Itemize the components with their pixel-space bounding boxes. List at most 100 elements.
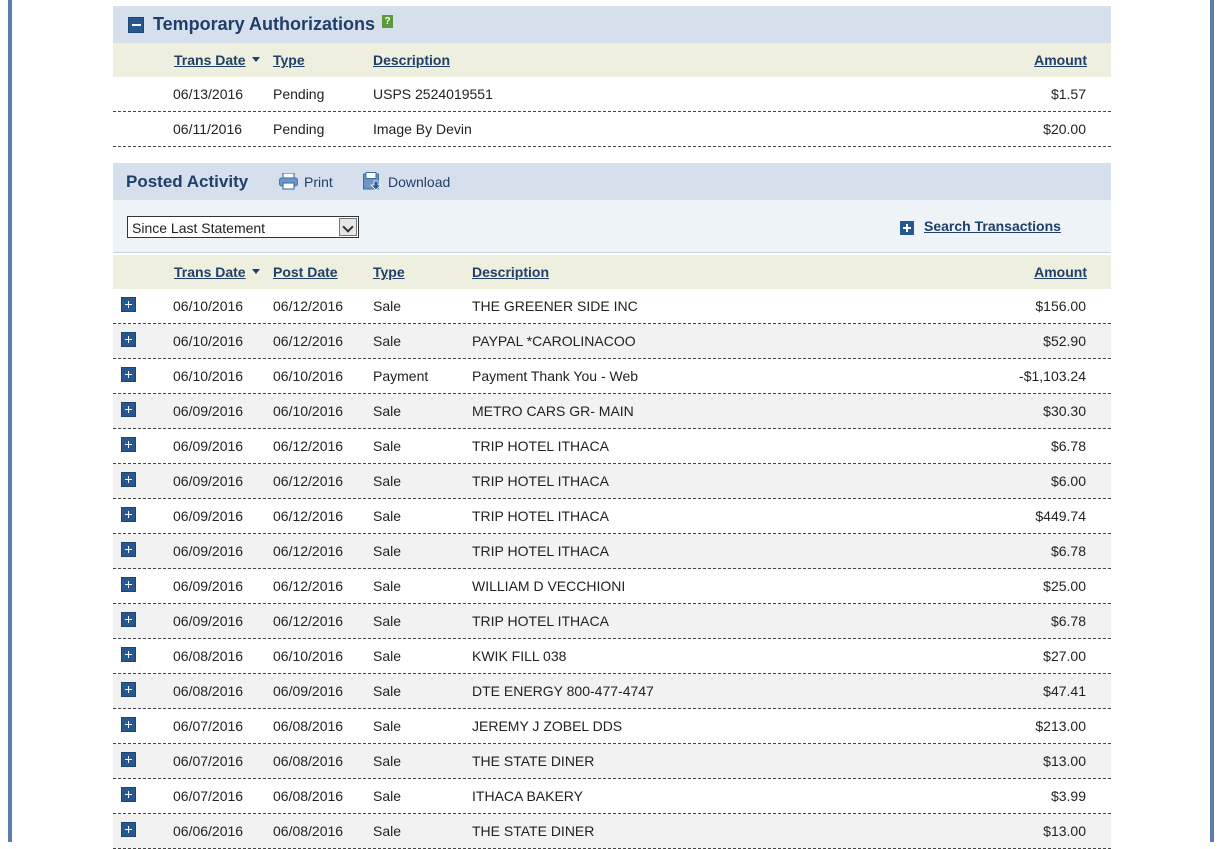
amount-cell: $25.00 [1043, 578, 1086, 594]
description-cell: TRIP HOTEL ITHACA [472, 613, 609, 629]
plus-icon [900, 221, 914, 235]
expand-icon[interactable] [121, 367, 136, 382]
amount-cell: $1.57 [1050, 86, 1086, 102]
expand-icon[interactable] [121, 297, 136, 312]
download-link[interactable]: Download [388, 174, 450, 190]
table-row[interactable]: 06/06/2016 06/08/2016 Sale THE STATE DINER $… [113, 814, 1111, 849]
table-row[interactable]: 06/11/2016 Pending Image By Devin $20.00 [113, 112, 1111, 147]
trans-date-cell: 06/09/2016 [173, 438, 244, 454]
table-row[interactable]: 06/08/2016 06/09/2016 Sale DTE ENERGY 800-4… [113, 674, 1111, 709]
expand-icon[interactable] [121, 717, 136, 732]
type-cell: Sale [373, 298, 402, 314]
post-date-cell: 06/12/2016 [273, 473, 344, 489]
post-date-cell: 06/10/2016 [273, 368, 344, 384]
table-row[interactable]: 06/07/2016 06/08/2016 Sale THE STATE DINER $… [113, 744, 1111, 779]
chevron-down-icon[interactable] [339, 218, 357, 236]
description-cell: ITHACA BAKERY [472, 788, 584, 804]
expand-icon[interactable] [121, 332, 136, 347]
type-cell: Sale [373, 788, 402, 804]
type-cell: Sale [373, 543, 402, 559]
table-row[interactable]: 06/09/2016 06/12/2016 Sale TRIP HOTEL ITHAC… [113, 534, 1111, 569]
amount-cell: $27.00 [1043, 648, 1086, 664]
search-transactions-link[interactable]: Search Transactions [900, 217, 1061, 235]
table-row[interactable]: 06/13/2016 Pending USPS 2524019551 $1.57 [113, 77, 1111, 112]
expand-icon[interactable] [121, 472, 136, 487]
amount-cell: $13.00 [1043, 753, 1086, 769]
table-row[interactable]: 06/07/2016 06/08/2016 Sale ITHACA BAKERY $3.… [113, 779, 1111, 814]
type-cell: Pending [273, 86, 325, 102]
amount-cell: $6.78 [1050, 438, 1086, 454]
table-row[interactable]: 06/08/2016 06/10/2016 Sale KWIK FILL 038 $27… [113, 639, 1111, 674]
type-cell: Sale [373, 508, 402, 524]
temp-auth-header: Temporary Authorizations ? [113, 6, 1111, 43]
post-date-cell: 06/12/2016 [273, 333, 344, 349]
trans-date-cell: 06/08/2016 [173, 683, 244, 699]
expand-icon[interactable] [121, 542, 136, 557]
expand-icon[interactable] [121, 752, 136, 767]
printer-icon[interactable] [279, 173, 298, 190]
post-date-cell: 06/12/2016 [273, 298, 344, 314]
sort-amount[interactable]: Amount [1034, 52, 1087, 68]
table-row[interactable]: 06/09/2016 06/12/2016 Sale TRIP HOTEL ITHAC… [113, 604, 1111, 639]
expand-icon[interactable] [121, 682, 136, 697]
table-row[interactable]: 06/10/2016 06/12/2016 Sale PAYPAL *CAROLINA… [113, 324, 1111, 359]
expand-icon[interactable] [121, 402, 136, 417]
post-date-cell: 06/08/2016 [273, 788, 344, 804]
collapse-icon[interactable] [128, 16, 144, 33]
table-row[interactable]: 06/09/2016 06/10/2016 Sale METRO CARS GR- M… [113, 394, 1111, 429]
expand-icon[interactable] [121, 507, 136, 522]
print-link[interactable]: Print [304, 174, 333, 190]
trans-date-cell: 06/09/2016 [173, 403, 244, 419]
table-row[interactable]: 06/09/2016 06/12/2016 Sale TRIP HOTEL ITHAC… [113, 429, 1111, 464]
post-date-cell: 06/08/2016 [273, 823, 344, 839]
table-row[interactable]: 06/07/2016 06/08/2016 Sale JEREMY J ZOBEL D… [113, 709, 1111, 744]
description-cell: KWIK FILL 038 [472, 648, 567, 664]
expand-icon[interactable] [121, 647, 136, 662]
expand-icon[interactable] [121, 787, 136, 802]
posted-column-header: Trans Date Post Date Type Description Am… [113, 255, 1111, 289]
trans-date-cell: 06/10/2016 [173, 333, 244, 349]
download-icon[interactable] [363, 172, 382, 191]
table-row[interactable]: 06/09/2016 06/12/2016 Sale TRIP HOTEL ITHAC… [113, 499, 1111, 534]
description-cell: USPS 2524019551 [373, 86, 493, 102]
expand-icon[interactable] [121, 437, 136, 452]
statement-period-select[interactable]: Since Last Statement [127, 216, 359, 238]
description-cell: THE STATE DINER [472, 753, 595, 769]
expand-icon[interactable] [121, 577, 136, 592]
table-row[interactable]: 06/09/2016 06/12/2016 Sale TRIP HOTEL ITHAC… [113, 464, 1111, 499]
sort-description[interactable]: Description [373, 52, 450, 68]
trans-date-cell: 06/09/2016 [173, 613, 244, 629]
sort-type[interactable]: Type [373, 264, 405, 280]
table-row[interactable]: 06/10/2016 06/10/2016 Payment Payment Thank… [113, 359, 1111, 394]
description-cell: Payment Thank You - Web [472, 368, 639, 384]
expand-icon[interactable] [121, 612, 136, 627]
trans-date-cell: 06/07/2016 [173, 753, 244, 769]
sort-amount[interactable]: Amount [1034, 264, 1087, 280]
type-cell: Sale [373, 473, 402, 489]
amount-cell: -$1,103.24 [1019, 368, 1086, 384]
type-cell: Sale [373, 718, 402, 734]
table-row[interactable]: 06/10/2016 06/12/2016 Sale THE GREENER SIDE… [113, 289, 1111, 324]
table-row[interactable]: 06/09/2016 06/12/2016 Sale WILLIAM D VECCHI… [113, 569, 1111, 604]
help-icon[interactable]: ? [382, 15, 394, 28]
sort-type[interactable]: Type [273, 52, 305, 68]
sort-trans-date[interactable]: Trans Date [174, 52, 260, 68]
post-date-cell: 06/10/2016 [273, 403, 344, 419]
type-cell: Sale [373, 403, 402, 419]
type-cell: Sale [373, 578, 402, 594]
posted-activity-header: Posted Activity Print Download [113, 163, 1111, 200]
expand-icon[interactable] [121, 822, 136, 837]
description-cell: PAYPAL *CAROLINACOO [472, 333, 636, 349]
trans-date-cell: 06/10/2016 [173, 298, 244, 314]
post-date-cell: 06/08/2016 [273, 753, 344, 769]
type-cell: Sale [373, 823, 402, 839]
type-cell: Sale [373, 438, 402, 454]
sort-down-icon [251, 269, 260, 274]
type-cell: Sale [373, 753, 402, 769]
type-cell: Pending [273, 121, 325, 137]
trans-date-cell: 06/11/2016 [173, 121, 243, 137]
trans-date-cell: 06/07/2016 [173, 788, 244, 804]
sort-trans-date[interactable]: Trans Date [174, 264, 260, 280]
sort-post-date[interactable]: Post Date [273, 264, 338, 280]
sort-description[interactable]: Description [472, 264, 549, 280]
